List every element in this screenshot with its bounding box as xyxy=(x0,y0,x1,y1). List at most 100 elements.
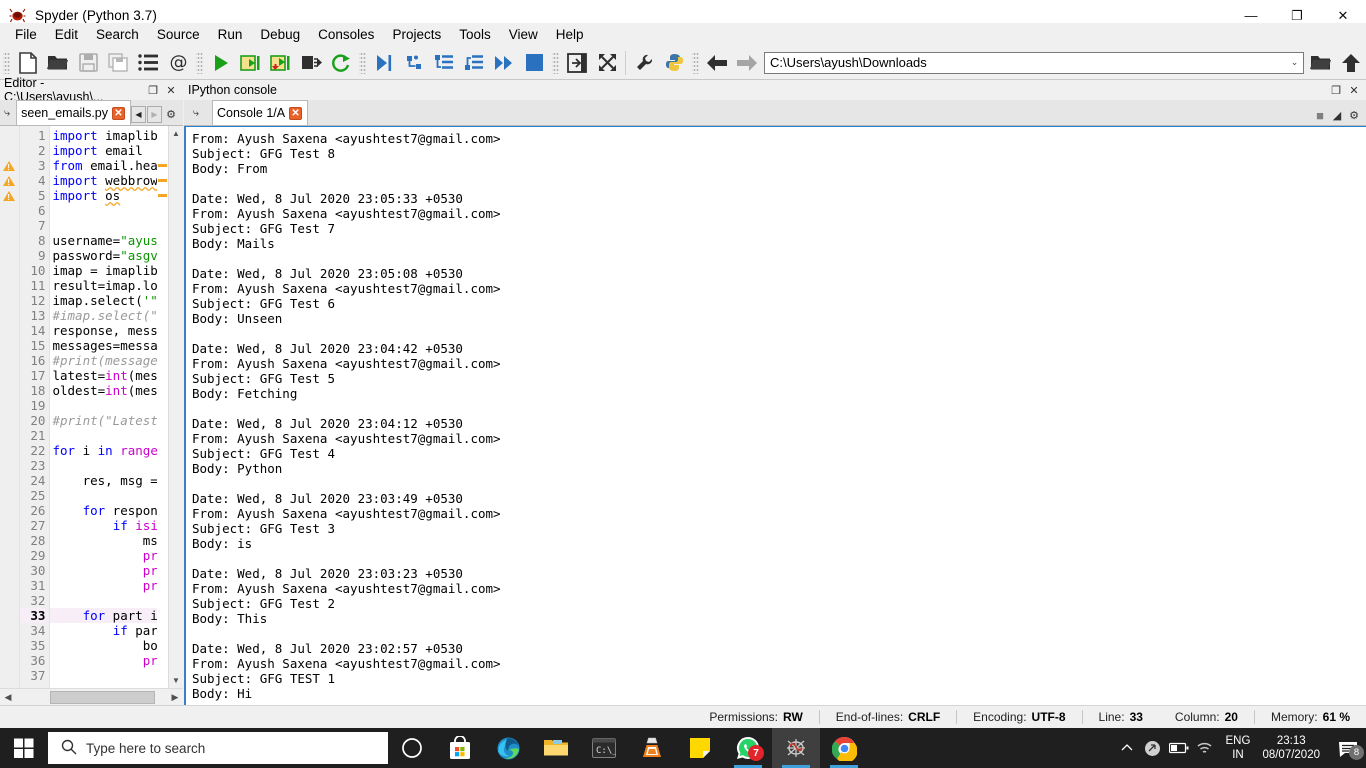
code-line[interactable]: for i in range xyxy=(50,443,156,458)
code-line[interactable]: imap.select('" xyxy=(50,293,156,308)
parent-directory-icon[interactable] xyxy=(1336,48,1366,78)
code-line[interactable]: pri xyxy=(50,563,156,578)
editor-options-gear-icon[interactable]: ⚙ xyxy=(163,107,179,123)
cortana-icon[interactable] xyxy=(388,728,436,768)
run-file-icon[interactable] xyxy=(206,48,236,78)
toolbar-handle-run[interactable] xyxy=(196,52,203,74)
code-line[interactable]: oldest=int(mes xyxy=(50,383,156,398)
console-options-gear-icon[interactable]: ⚙ xyxy=(1346,107,1362,123)
code-line[interactable]: pri xyxy=(50,578,156,593)
action-center-icon[interactable]: 8 xyxy=(1330,728,1366,768)
code-editor-area[interactable]: import imaplibimport emailfrom email.hea… xyxy=(50,126,156,688)
maximize-pane-icon[interactable] xyxy=(562,48,592,78)
debug-continue-icon[interactable] xyxy=(489,48,519,78)
code-line[interactable]: response, mess xyxy=(50,323,156,338)
console-browse-tabs-icon[interactable]: ⤷ xyxy=(188,105,204,121)
run-cell-advance-icon[interactable] xyxy=(266,48,296,78)
code-line[interactable]: res, msg = xyxy=(50,473,156,488)
code-line[interactable]: msg xyxy=(50,533,156,548)
clock[interactable]: 23:13 08/07/2020 xyxy=(1258,734,1330,762)
editor-horizontal-scrollbar[interactable]: ◀ ▶ xyxy=(0,688,183,705)
toolbar-handle-file[interactable] xyxy=(3,52,10,74)
code-line[interactable]: import imaplib xyxy=(50,128,156,143)
console-undock-icon[interactable]: ❐ xyxy=(1328,82,1344,98)
wifi-icon[interactable] xyxy=(1192,728,1218,768)
browse-folder-icon[interactable] xyxy=(1306,48,1336,78)
menu-run[interactable]: Run xyxy=(209,24,252,45)
menu-view[interactable]: View xyxy=(500,24,547,45)
run-selection-icon[interactable] xyxy=(296,48,326,78)
code-line[interactable] xyxy=(50,203,156,218)
menu-projects[interactable]: Projects xyxy=(383,24,450,45)
code-line[interactable] xyxy=(50,458,156,473)
code-line[interactable]: latest=int(mes xyxy=(50,368,156,383)
editor-scroll-down-arrow[interactable]: ▼ xyxy=(169,673,184,688)
menu-tools[interactable]: Tools xyxy=(450,24,500,45)
tray-chevron-up-icon[interactable] xyxy=(1114,728,1140,768)
code-line[interactable] xyxy=(50,398,156,413)
debug-file-icon[interactable] xyxy=(369,48,399,78)
menu-help[interactable]: Help xyxy=(547,24,593,45)
file-switcher-icon[interactable] xyxy=(133,48,163,78)
code-line[interactable]: import email xyxy=(50,143,156,158)
console-close-icon[interactable]: ✕ xyxy=(1346,82,1362,98)
code-line[interactable]: imap = imaplib xyxy=(50,263,156,278)
debug-stop-icon[interactable] xyxy=(519,48,549,78)
console-stop-icon[interactable]: ■ xyxy=(1312,107,1328,123)
code-line[interactable]: from email.hea xyxy=(50,158,156,173)
menu-search[interactable]: Search xyxy=(87,24,148,45)
menu-consoles[interactable]: Consoles xyxy=(309,24,383,45)
editor-close-icon[interactable]: ✕ xyxy=(163,82,179,98)
chevron-down-icon[interactable]: ⌄ xyxy=(1286,53,1303,73)
editor-tab-seen-emails[interactable]: seen_emails.py ✕ xyxy=(16,100,131,125)
editor-scroll-track[interactable] xyxy=(169,141,184,673)
warning-marker-icon[interactable] xyxy=(0,188,19,203)
editor-warning-column[interactable] xyxy=(0,126,20,688)
editor-tab-close-icon[interactable]: ✕ xyxy=(112,107,125,120)
windows-start-icon[interactable] xyxy=(0,728,48,768)
microsoft-edge-icon[interactable] xyxy=(484,728,532,768)
onedrive-icon[interactable] xyxy=(1140,728,1166,768)
code-line[interactable]: messages=messa xyxy=(50,338,156,353)
menu-file[interactable]: File xyxy=(6,24,46,45)
whatsapp-icon[interactable]: 7 xyxy=(724,728,772,768)
code-line[interactable] xyxy=(50,668,156,683)
battery-icon[interactable] xyxy=(1166,728,1192,768)
code-line[interactable]: for part i xyxy=(50,608,156,623)
language-indicator[interactable]: ENG IN xyxy=(1218,734,1259,762)
toolbar-handle-debug[interactable] xyxy=(359,52,366,74)
sticky-notes-icon[interactable] xyxy=(676,728,724,768)
code-line[interactable]: password="asgv xyxy=(50,248,156,263)
code-line[interactable] xyxy=(50,428,156,443)
editor-scroll-up-arrow[interactable]: ▲ xyxy=(169,126,184,141)
code-line[interactable]: import webbrow xyxy=(50,173,156,188)
console-output[interactable]: From: Ayush Saxena <ayushtest7@gmail.com… xyxy=(184,127,1366,705)
pythonpath-manager-icon[interactable] xyxy=(659,48,689,78)
warning-marker-icon[interactable] xyxy=(0,173,19,188)
console-clear-icon[interactable]: ◢ xyxy=(1329,107,1345,123)
fullscreen-icon[interactable] xyxy=(592,48,622,78)
code-line[interactable]: import os xyxy=(50,188,156,203)
code-line[interactable]: bo xyxy=(50,638,156,653)
code-line[interactable]: username="ayus xyxy=(50,233,156,248)
new-file-icon[interactable] xyxy=(13,48,43,78)
code-line[interactable]: if isi xyxy=(50,518,156,533)
code-line[interactable]: pri xyxy=(50,548,156,563)
command-prompt-icon[interactable]: C:\_ xyxy=(580,728,628,768)
menu-source[interactable]: Source xyxy=(148,24,209,45)
code-line[interactable]: #print(message xyxy=(50,353,156,368)
open-file-icon[interactable] xyxy=(43,48,73,78)
save-all-icon[interactable] xyxy=(103,48,133,78)
editor-scroll-left-arrow[interactable]: ◀ xyxy=(0,689,16,705)
save-file-icon[interactable] xyxy=(73,48,103,78)
file-explorer-icon[interactable] xyxy=(532,728,580,768)
editor-prev-tab-button[interactable]: ◀ xyxy=(131,106,146,123)
editor-undock-icon[interactable]: ❐ xyxy=(145,82,161,98)
back-icon[interactable] xyxy=(702,48,732,78)
code-line[interactable]: if par xyxy=(50,623,156,638)
taskbar-search-box[interactable]: Type here to search xyxy=(48,732,388,764)
preferences-icon[interactable] xyxy=(629,48,659,78)
warning-marker-icon[interactable] xyxy=(0,158,19,173)
console-tab-close-icon[interactable]: ✕ xyxy=(289,107,302,120)
symbol-finder-icon[interactable]: @ xyxy=(163,48,193,78)
